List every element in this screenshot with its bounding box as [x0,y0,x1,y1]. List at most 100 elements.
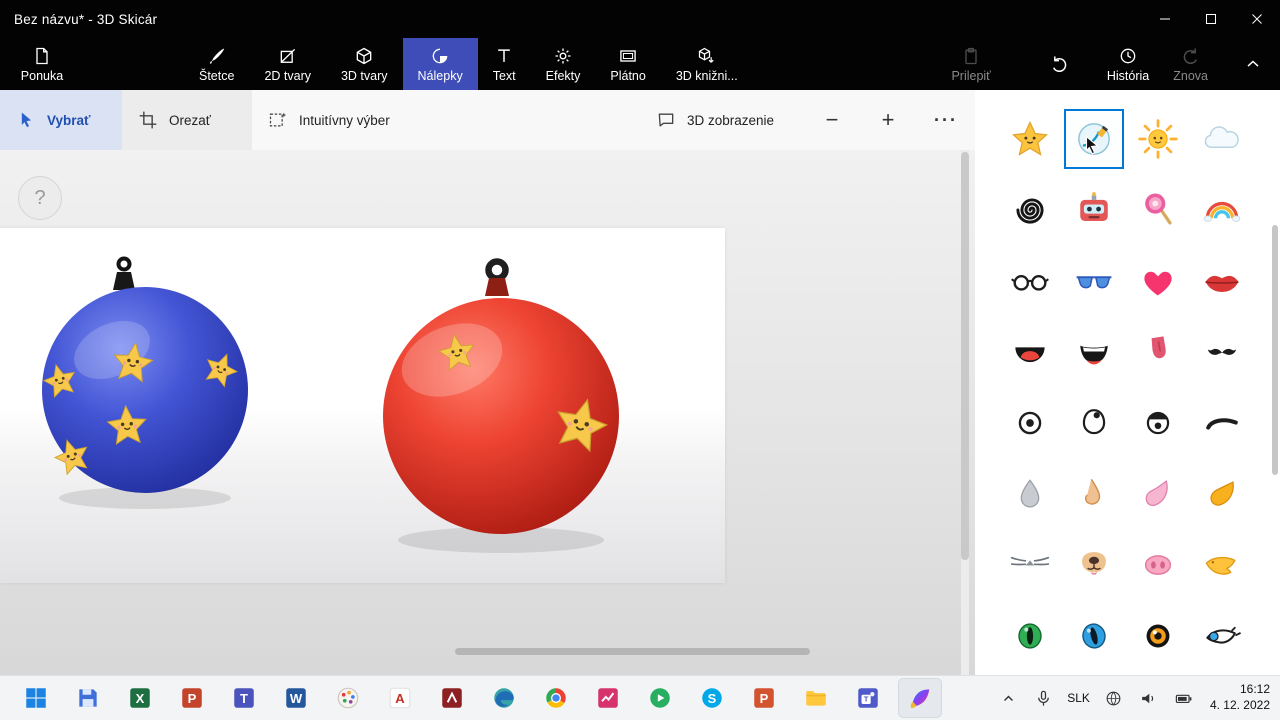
tab-effects[interactable]: Efekty [531,38,596,90]
taskbar-edge[interactable] [482,678,526,718]
canvas-artwork [40,256,619,553]
tab-2d-shapes[interactable]: 2D tvary [249,38,326,90]
pig-snout-sticker[interactable] [1129,536,1187,594]
open-mouth-sticker[interactable] [1001,323,1059,381]
sunglasses-sticker[interactable] [1065,252,1123,310]
volume-icon[interactable] [1136,685,1162,711]
lollipop-sticker[interactable] [1129,181,1187,239]
blue-cat-eye-sticker[interactable] [1065,607,1123,665]
taskbar-maroon-app[interactable] [430,678,474,718]
dog-nose-sticker[interactable] [1065,536,1123,594]
eye-sticker[interactable] [1001,394,1059,452]
taskbar-powerpoint-2[interactable]: P [742,678,786,718]
wide-eye-sticker[interactable] [1129,394,1187,452]
taskbar-media-app[interactable] [638,678,682,718]
side-nose-sticker[interactable] [1065,465,1123,523]
taskbar-teams-2[interactable]: T [846,678,890,718]
drawing-canvas[interactable] [0,228,725,583]
taskbar-teams[interactable]: T [222,678,266,718]
close-button[interactable] [1234,0,1280,38]
petal-nose-sticker[interactable] [1129,465,1187,523]
panel-scrollbar[interactable] [1272,225,1278,475]
doodle-sticker[interactable] [1064,109,1124,169]
more-options-button[interactable]: ··· [922,90,970,150]
redo-button[interactable]: Znova [1161,38,1220,90]
teams2-icon: T [855,685,881,711]
battery-icon[interactable] [1171,685,1197,711]
clock[interactable]: 16:12 4. 12. 2022 [1210,682,1270,713]
select-button[interactable]: Vybrať [0,90,122,150]
robot-sticker[interactable] [1065,181,1123,239]
taskbar-chart-app[interactable] [586,678,630,718]
taskbar-paint3d[interactable] [898,678,942,718]
rainbow-sticker[interactable] [1193,181,1251,239]
taskbar-paint[interactable] [326,678,370,718]
tab-stickers[interactable]: Nálepky [402,38,478,90]
taskbar-floppy-app[interactable] [66,678,110,718]
zoom-out-button[interactable]: − [810,90,854,150]
tab-canvas[interactable]: Plátno [595,38,660,90]
undo-button[interactable] [1037,38,1081,90]
ribbon-right-group: Prilepiť História Znova [939,38,1226,90]
ribbon: Ponuka Štetce 2D tvary 3D tvary Nálepky Text… [0,38,1280,90]
green-cat-eye-sticker[interactable] [1001,607,1059,665]
view-3d-button[interactable]: 3D zobrazenie [640,90,790,150]
orange-beak-sticker[interactable] [1193,465,1251,523]
maximize-button[interactable] [1188,0,1234,38]
crop-button[interactable]: Orezať [122,90,252,150]
laughing-mouth-sticker[interactable] [1065,323,1123,381]
magic-select-button[interactable]: Intuitívny výber [252,90,442,150]
start-button[interactable] [14,678,58,718]
tongue-sticker[interactable] [1129,323,1187,381]
taskbar-powerpoint[interactable]: P [170,678,214,718]
tab-brushes[interactable]: Štetce [184,38,249,90]
microphone-icon[interactable] [1030,685,1056,711]
mustache-sticker[interactable] [1193,323,1251,381]
taskbar-chrome[interactable] [534,678,578,718]
titlebar: Bez názvu* - 3D Skicár [0,0,1280,38]
orange-eye-sticker[interactable] [1129,607,1187,665]
blue-eye-sticker[interactable] [1193,607,1251,665]
edit-toolbar: Vybrať Orezať Intuitívny výber 3D zobraz… [0,90,975,150]
taskbar-skype[interactable]: S [690,678,734,718]
sun-sticker[interactable] [1129,110,1187,168]
minimize-button[interactable] [1142,0,1188,38]
blue-ornament[interactable] [40,256,248,494]
magic-select-icon [268,110,288,130]
collapse-ribbon-button[interactable] [1226,38,1280,90]
cat-whiskers-sticker[interactable] [1001,536,1059,594]
tab-3d-library[interactable]: 3D knižni... [661,38,753,90]
cloud-sticker[interactable] [1193,110,1251,168]
cateyegreen-icon [1008,614,1052,658]
sticker-icon [430,46,450,66]
lollipop-icon [1136,188,1180,232]
taskbar-excel[interactable]: X [118,678,162,718]
glasses-sticker[interactable] [1001,252,1059,310]
eyebrow-sticker[interactable] [1193,394,1251,452]
taskbar-acrobat[interactable]: A [378,678,422,718]
tab-text[interactable]: Text [478,38,531,90]
lips-sticker[interactable] [1193,252,1251,310]
canvas-horizontal-scrollbar[interactable] [455,648,810,655]
looking-eye-sticker[interactable] [1065,394,1123,452]
chart-icon [595,685,621,711]
network-icon[interactable] [1101,685,1127,711]
star-sticker[interactable] [1001,110,1059,168]
spiral-sticker[interactable] [1001,181,1059,239]
history-button[interactable]: História [1095,38,1161,90]
language-indicator[interactable]: SLK [1065,691,1092,705]
tray-chevron-up-icon[interactable] [995,685,1021,711]
gray-nose-sticker[interactable] [1001,465,1059,523]
heart-sticker[interactable] [1129,252,1187,310]
help-button[interactable]: ? [18,176,62,220]
paste-button[interactable]: Prilepiť [939,38,1002,90]
zoom-in-button[interactable]: + [866,90,910,150]
tab-3d-shapes[interactable]: 3D tvary [326,38,403,90]
duck-beak-sticker[interactable] [1193,536,1251,594]
undo-icon [1049,54,1069,74]
taskbar-word[interactable]: W [274,678,318,718]
canvas-vertical-scrollbar[interactable] [961,152,969,560]
red-ornament[interactable] [383,258,619,535]
taskbar-folder[interactable] [794,678,838,718]
menu-button[interactable]: Ponuka [0,38,84,90]
